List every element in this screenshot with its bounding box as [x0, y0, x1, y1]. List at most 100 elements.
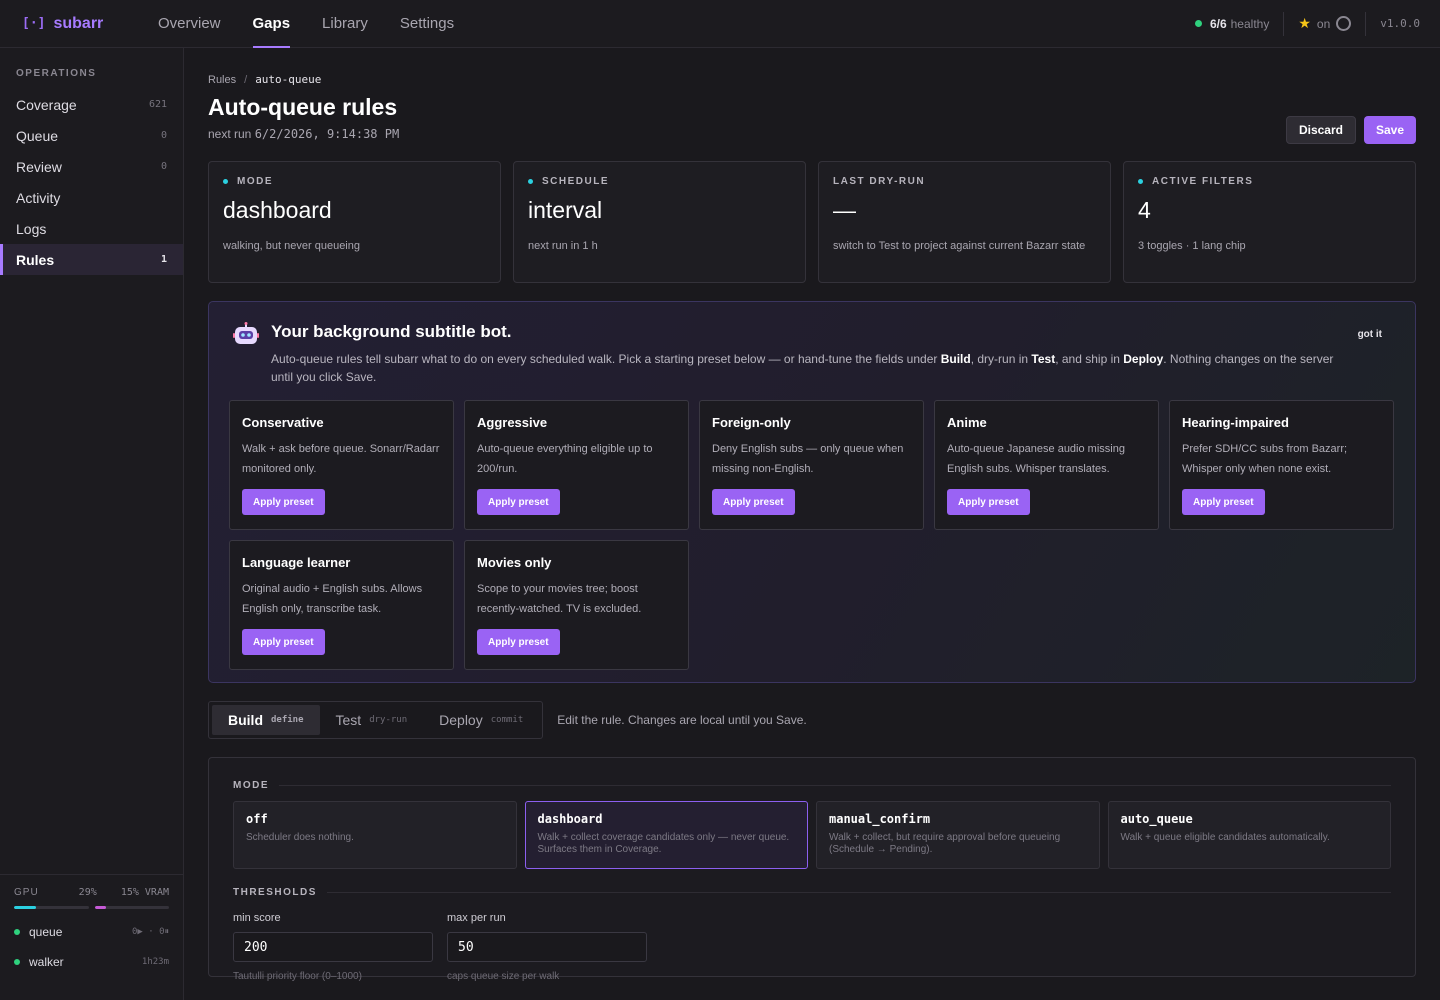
next-run-label: next run	[208, 127, 252, 141]
tab-hint: commit	[490, 715, 524, 725]
preset-name: Hearing-impaired	[1182, 415, 1289, 430]
preset-desc: Deny English subs — only queue when miss…	[712, 443, 904, 475]
stat-desc: switch to Test to project against curren…	[833, 240, 1086, 252]
worker-meta: 1h23m	[141, 957, 169, 967]
page-title: Auto-queue rules	[208, 94, 398, 120]
tab-label: Test	[335, 712, 362, 728]
github-star-link[interactable]: ★ on	[1298, 15, 1352, 32]
sidebar-item-count: 0	[160, 130, 167, 141]
sidebar-item-review[interactable]: Review 0	[0, 151, 183, 182]
apply-preset-button[interactable]: Apply preset	[242, 629, 325, 655]
tab-hint: define	[271, 715, 304, 725]
tab-deploy[interactable]: Deploy commit	[423, 705, 539, 735]
stat-value: —	[833, 197, 856, 223]
apply-preset-button[interactable]: Apply preset	[477, 629, 560, 655]
preset-name: Movies only	[477, 555, 552, 570]
max-per-run-field-group: max per run caps queue size per walk	[447, 912, 647, 982]
section-label-thresholds: THRESHOLDS	[233, 887, 1391, 898]
github-icon	[1336, 16, 1352, 31]
mode-option-off[interactable]: off Scheduler does nothing.	[233, 801, 517, 869]
next-run-value: 6/2/2026, 9:14:38 PM	[254, 127, 400, 141]
health-status[interactable]: 6/6 healthy	[1194, 16, 1269, 31]
mode-option-dashboard[interactable]: dashboard Walk + collect coverage candid…	[524, 801, 808, 869]
tab-build[interactable]: Build define	[212, 705, 320, 735]
apply-preset-button[interactable]: Apply preset	[477, 489, 560, 515]
build-panel: MODE off Scheduler does nothing. dashboa…	[208, 757, 1416, 982]
sidebar-item-activity[interactable]: Activity	[0, 182, 183, 213]
preset-grid: Conservative Walk + ask before queue. So…	[229, 400, 1395, 670]
stat-desc: 3 toggles · 1 lang chip	[1138, 240, 1246, 252]
discard-button[interactable]: Discard	[1285, 116, 1356, 144]
apply-preset-button[interactable]: Apply preset	[1182, 489, 1265, 515]
worker-name: walker	[29, 955, 64, 969]
apply-preset-button[interactable]: Apply preset	[242, 489, 325, 515]
star-icon: ★	[1298, 15, 1311, 31]
robot-icon	[233, 322, 259, 344]
sidebar-item-label: Activity	[16, 189, 61, 206]
sidebar-item-label: Rules	[16, 251, 55, 268]
sidebar-item-count: 1	[160, 254, 167, 265]
preset-name: Foreign-only	[712, 415, 791, 430]
preset-desc: Original audio + English subs. Allows En…	[242, 583, 423, 615]
logo[interactable]: [·] subarr	[22, 15, 142, 33]
tab-test[interactable]: Test dry-run	[320, 705, 424, 735]
apply-preset-button[interactable]: Apply preset	[712, 489, 795, 515]
mode-desc: Walk + collect coverage candidates only …	[537, 832, 790, 855]
preset-desc: Auto-queue Japanese audio missing Englis…	[947, 443, 1125, 475]
tab-hint: dry-run	[369, 715, 408, 725]
nav-settings[interactable]: Settings	[384, 0, 470, 48]
preset-card-language-learner: Language learner Original audio + Englis…	[229, 540, 454, 670]
divider	[1283, 11, 1285, 36]
preset-desc: Auto-queue everything eligible up to 200…	[477, 443, 653, 475]
mode-name: manual_confirm	[829, 812, 931, 826]
nav-gaps[interactable]: Gaps	[237, 0, 307, 48]
sidebar-item-coverage[interactable]: Coverage 621	[0, 89, 183, 120]
worker-meta: 0▶ · 0⏸	[131, 927, 169, 937]
save-button[interactable]: Save	[1363, 116, 1416, 144]
mode-desc: Scheduler does nothing.	[246, 832, 354, 843]
stat-card-schedule: SCHEDULE interval next run in 1 h	[513, 161, 806, 283]
onboarding-title: Your background subtitle bot.	[271, 322, 512, 341]
mode-name: auto_queue	[1120, 812, 1193, 826]
sidebar: OPERATIONS Coverage 621 Queue 0 Review 0…	[0, 48, 184, 1000]
version-label: v1.0.0	[1380, 17, 1420, 30]
breadcrumb: Rules / auto-queue	[208, 73, 1416, 86]
breadcrumb-separator: /	[244, 73, 248, 86]
stat-desc: walking, but never queueing	[223, 240, 360, 252]
max-per-run-input[interactable]	[447, 932, 647, 962]
preset-desc: Prefer SDH/CC subs from Bazarr; Whisper …	[1182, 443, 1348, 475]
status-dot-icon	[223, 179, 228, 184]
preset-card-anime: Anime Auto-queue Japanese audio missing …	[934, 400, 1159, 530]
top-bar: [·] subarr Overview Gaps Library Setting…	[0, 0, 1440, 48]
vram-usage: 15% VRAM	[120, 887, 169, 898]
dismiss-button[interactable]: got it	[1358, 329, 1382, 340]
sidebar-item-logs[interactable]: Logs	[0, 213, 183, 244]
mode-option-auto-queue[interactable]: auto_queue Walk + queue eligible candida…	[1107, 801, 1391, 869]
main-content: Rules / auto-queue Auto-queue rules next…	[208, 48, 1416, 982]
next-run-info: next run 6/2/2026, 9:14:38 PM	[208, 127, 1416, 141]
nav-library[interactable]: Library	[306, 0, 384, 48]
sidebar-item-queue[interactable]: Queue 0	[0, 120, 183, 151]
stat-card-active-filters: ACTIVE FILTERS 4 3 toggles · 1 lang chip	[1123, 161, 1416, 283]
field-label: max per run	[447, 912, 506, 924]
apply-preset-button[interactable]: Apply preset	[947, 489, 1030, 515]
mode-desc: Walk + queue eligible candidates automat…	[1120, 832, 1330, 843]
vram-usage-bar	[94, 906, 169, 909]
sidebar-item-label: Logs	[16, 220, 47, 237]
sidebar-item-count: 0	[160, 161, 167, 172]
preset-card-movies-only: Movies only Scope to your movies tree; b…	[464, 540, 689, 670]
stat-value: interval	[528, 197, 603, 223]
preset-card-aggressive: Aggressive Auto-queue everything eligibl…	[464, 400, 689, 530]
preset-name: Anime	[947, 415, 987, 430]
nav-overview[interactable]: Overview	[142, 0, 237, 48]
sidebar-item-rules[interactable]: Rules 1	[0, 244, 183, 275]
stat-label: SCHEDULE	[542, 176, 610, 187]
breadcrumb-root[interactable]: Rules	[208, 74, 236, 86]
mode-option-manual-confirm[interactable]: manual_confirm Walk + collect, but requi…	[816, 801, 1100, 869]
health-count: 6/6	[1209, 16, 1227, 31]
min-score-field-group: min score Tautulli priority floor (0–100…	[233, 912, 433, 982]
stat-value: dashboard	[223, 197, 332, 223]
preset-card-foreign-only: Foreign-only Deny English subs — only qu…	[699, 400, 924, 530]
status-dot-icon	[14, 929, 20, 935]
min-score-input[interactable]	[233, 932, 433, 962]
